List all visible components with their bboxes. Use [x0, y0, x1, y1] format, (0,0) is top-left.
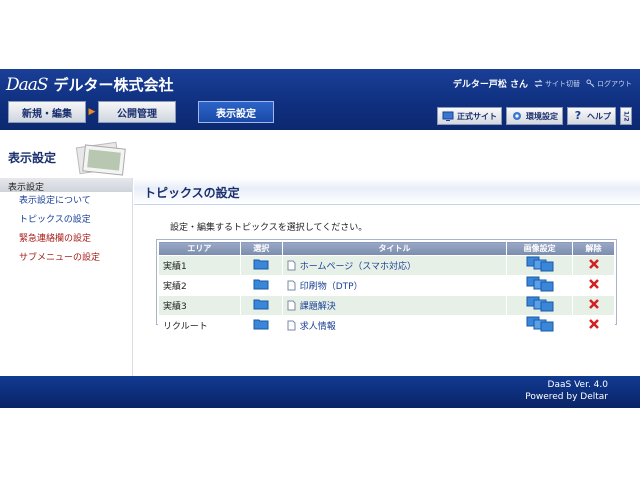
table-row: 実績3 課題解決	[158, 295, 615, 316]
question-icon: ?	[574, 109, 582, 122]
area-cell: 実績3	[158, 295, 241, 316]
col-area: エリア	[158, 241, 241, 256]
title-cell: ホームページ（スマホ対応）	[281, 255, 508, 276]
document-icon	[287, 260, 296, 271]
public-site-label: 正式サイト	[457, 111, 497, 121]
page-title-bar: 表示設定	[0, 130, 640, 178]
image-cell	[506, 255, 574, 276]
switch-site-label: サイト切替	[545, 79, 580, 88]
table-row: リクルート 求人情報	[158, 315, 615, 336]
select-cell	[239, 275, 283, 296]
sidebar-item-topics[interactable]: トピックスの設定	[0, 211, 132, 230]
app-header: DaaS デルター株式会社 デルター戸松 さん サイト切替 ログアウト 新規・編…	[0, 69, 640, 130]
select-cell	[239, 315, 283, 336]
logout-label: ログアウト	[597, 79, 632, 88]
switch-site-link[interactable]: サイト切替	[534, 79, 580, 89]
image-stack-icon[interactable]	[526, 316, 554, 332]
image-cell	[506, 295, 574, 316]
topic-title-link[interactable]: 求人情報	[300, 319, 336, 332]
topic-title-link[interactable]: ホームページ（スマホ対応）	[300, 259, 416, 272]
gear-icon	[513, 112, 521, 120]
remove-cell	[572, 275, 615, 296]
folder-icon[interactable]	[253, 318, 269, 330]
title-cell: 求人情報	[281, 315, 508, 336]
logo-text: DaaS	[6, 75, 49, 95]
topics-table: エリア 選択 タイトル 画像設定 解除 実績1 ホームページ（スマホ対応） 実績…	[158, 241, 615, 336]
table-header-row: エリア 選択 タイトル 画像設定 解除	[158, 241, 615, 256]
sidebar: 表示設定 表示設定について トピックスの設定 緊急連絡欄の設定 サブメニューの設…	[0, 178, 133, 376]
tab-display-settings[interactable]: 表示設定	[198, 101, 274, 123]
folder-icon[interactable]	[253, 258, 269, 270]
image-stack-icon[interactable]	[526, 256, 554, 272]
public-site-button[interactable]: 正式サイト	[437, 107, 502, 125]
logout-link[interactable]: ログアウト	[586, 79, 632, 89]
col-remove: 解除	[572, 241, 615, 256]
body-area: 表示設定 表示設定について トピックスの設定 緊急連絡欄の設定 サブメニューの設…	[0, 178, 640, 376]
image-cell	[506, 315, 574, 336]
table-row: 実績2 印刷物（DTP）	[158, 275, 615, 296]
switch-icon	[534, 79, 543, 88]
env-settings-label: 環境設定	[526, 111, 558, 121]
tab-new-edit[interactable]: 新規・編集	[8, 101, 86, 123]
bottom-blank	[0, 408, 640, 480]
section-title: トピックスの設定	[134, 178, 640, 205]
sidebar-item-submenu[interactable]: サブメニューの設定	[0, 249, 132, 268]
remove-cell	[572, 255, 615, 276]
col-image: 画像設定	[506, 241, 574, 256]
topic-title-link[interactable]: 課題解決	[300, 299, 336, 312]
user-name: デルター戸松 さん	[452, 80, 528, 90]
close-icon[interactable]	[588, 318, 600, 330]
main-content: トピックスの設定 設定・編集するトピックスを選択してください。 エリア 選択 タ…	[134, 178, 640, 376]
help-button[interactable]: ? ヘルプ	[567, 107, 616, 125]
page-title: 表示設定	[8, 151, 57, 165]
main-tabs: 新規・編集 ▶ 公開管理 表示設定	[8, 101, 274, 123]
image-stack-icon[interactable]	[526, 276, 554, 292]
extra-button[interactable]: 1/2	[620, 107, 632, 125]
area-cell: 実績2	[158, 275, 241, 296]
table-row: 実績1 ホームページ（スマホ対応）	[158, 255, 615, 276]
description: 設定・編集するトピックスを選択してください。	[170, 223, 368, 233]
company-name: デルター株式会社	[53, 76, 174, 94]
env-settings-button[interactable]: 環境設定	[506, 107, 563, 125]
sidebar-item-about[interactable]: 表示設定について	[0, 192, 132, 211]
area-cell: 実績1	[158, 255, 241, 276]
area-cell: リクルート	[158, 315, 241, 336]
sidebar-item-emergency[interactable]: 緊急連絡欄の設定	[0, 230, 132, 249]
tab-publish[interactable]: 公開管理	[98, 101, 176, 123]
close-icon[interactable]	[588, 298, 600, 310]
folder-icon[interactable]	[253, 298, 269, 310]
title-cell: 課題解決	[281, 295, 508, 316]
document-icon	[287, 320, 296, 331]
col-select: 選択	[239, 241, 283, 256]
image-cell	[506, 275, 574, 296]
close-icon[interactable]	[588, 278, 600, 290]
help-label: ヘルプ	[587, 111, 611, 121]
select-cell	[239, 295, 283, 316]
folder-icon[interactable]	[253, 278, 269, 290]
close-icon[interactable]	[588, 258, 600, 270]
app-footer: DaaS Ver. 4.0 Powered by Deltar	[0, 376, 640, 408]
user-bar: デルター戸松 さん サイト切替 ログアウト	[453, 77, 632, 90]
brand-logo[interactable]: DaaS デルター株式会社	[6, 74, 174, 95]
document-icon	[287, 300, 296, 311]
document-icon	[287, 280, 296, 291]
select-cell	[239, 255, 283, 276]
topic-title-link[interactable]: 印刷物（DTP）	[300, 279, 363, 292]
arrow-icon: ▶	[88, 107, 96, 117]
title-cell: 印刷物（DTP）	[281, 275, 508, 296]
col-title: タイトル	[281, 241, 508, 256]
top-blank	[0, 0, 640, 69]
powered-text: Powered by Deltar	[525, 392, 608, 402]
remove-cell	[572, 295, 615, 316]
monitor-icon	[442, 111, 454, 121]
version-text: DaaS Ver. 4.0	[547, 380, 608, 390]
image-stack-icon[interactable]	[526, 296, 554, 312]
photo-stack-icon	[75, 141, 126, 176]
sidebar-header: 表示設定	[0, 178, 132, 193]
key-icon	[586, 79, 595, 88]
remove-cell	[572, 315, 615, 336]
tool-buttons: 正式サイト 環境設定 ? ヘルプ 1/2	[437, 107, 632, 125]
